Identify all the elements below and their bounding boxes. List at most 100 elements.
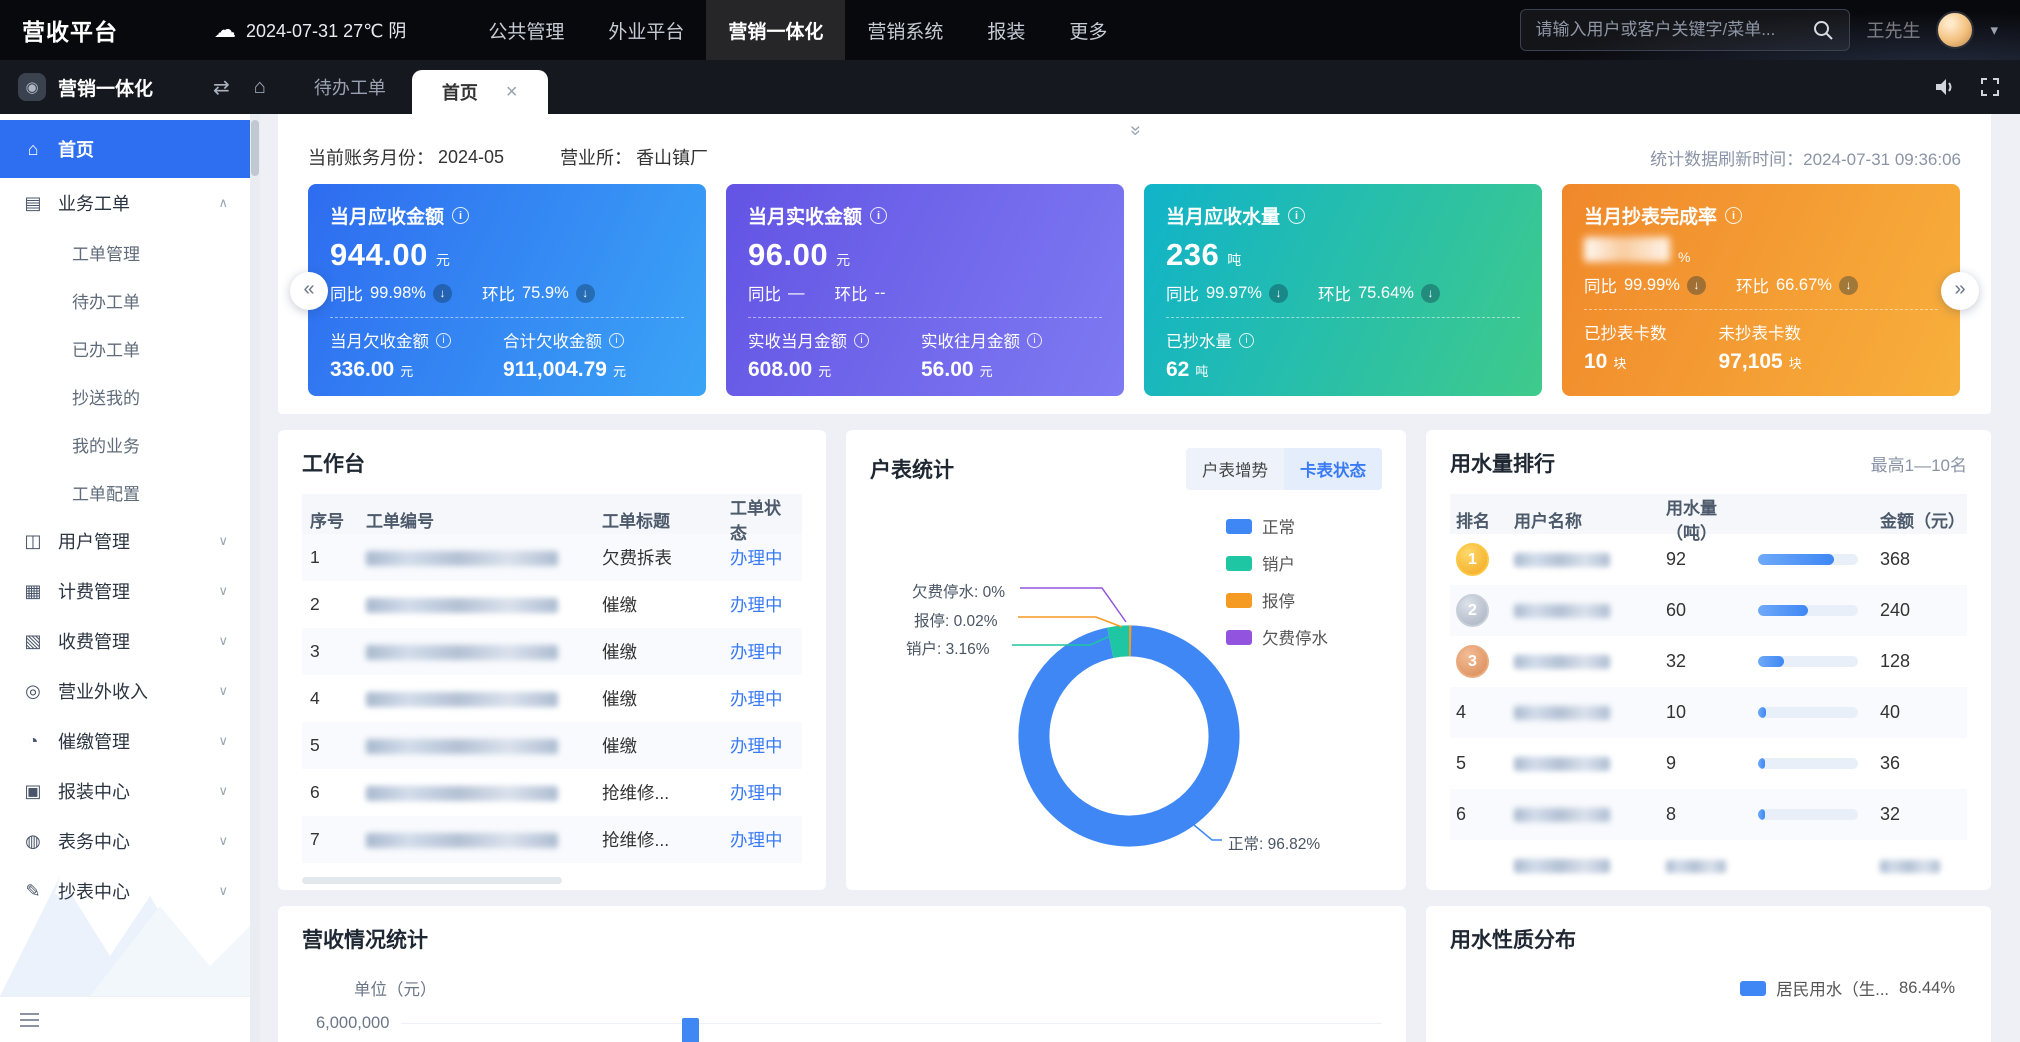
scrollbar-thumb[interactable] [251, 120, 259, 176]
table-row-partial[interactable] [1450, 840, 1967, 890]
table-row[interactable]: 3 32 128 [1450, 636, 1967, 687]
close-icon[interactable]: × [506, 81, 518, 104]
fullscreen-icon[interactable] [1978, 75, 2002, 99]
trend-down-icon: ↓ [1269, 284, 1288, 303]
main-content: » 当前账务月份： 2024-05 营业所： 香山镇厂 统计数据刷新时间：202… [260, 114, 2020, 1042]
home-icon: ⌂ [22, 139, 44, 160]
chevron-down-icon[interactable]: ▾ [1990, 21, 1998, 39]
legend-item-normal[interactable]: 正常 [1226, 514, 1328, 538]
collapse-chevron-icon[interactable]: » [308, 118, 1961, 140]
status-link[interactable]: 办理中 [730, 686, 794, 711]
nav-item-marketing-integrated[interactable]: 营销一体化 [706, 0, 845, 60]
sidebar-item-todo-workorders[interactable]: 待办工单 [0, 276, 250, 324]
search-input[interactable] [1535, 20, 1811, 40]
sidebar-item-install-center[interactable]: ▣ 报装中心 ∨ [0, 766, 250, 816]
status-link[interactable]: 办理中 [730, 545, 794, 570]
table-row[interactable]: 4 催缴 办理中 [302, 675, 802, 722]
avatar[interactable] [1936, 11, 1974, 49]
sidebar-item-collection-mgmt[interactable]: ◔ 催缴管理 ∨ [0, 716, 250, 766]
info-icon[interactable] [436, 333, 451, 348]
month-label: 当前账务月份： [308, 144, 434, 170]
nav-item-install[interactable]: 报装 [965, 0, 1047, 60]
tab-home[interactable]: 首页 × [412, 70, 548, 114]
tab-todo-workorders[interactable]: 待办工单 [288, 60, 412, 114]
sidebar-item-cc-to-me[interactable]: 抄送我的 [0, 372, 250, 420]
card-monthly-receivable: 当月应收金额 944.00 元 同比 99.98% ↓ 环比 [308, 184, 706, 396]
menu-list-icon[interactable] [20, 1013, 39, 1027]
card-value: 236 [1166, 237, 1219, 273]
global-search[interactable] [1520, 9, 1850, 51]
legend-item-closed[interactable]: 销户 [1226, 551, 1328, 575]
top-bar: 营收平台 ☁ 2024-07-31 27℃ 阴 公共管理 外业平台 营销一体化 … [0, 0, 2020, 60]
topbar-right: 王先生 ▾ [1520, 9, 1998, 51]
trend-down-icon: ↓ [1687, 276, 1706, 295]
sidebar-item-my-business[interactable]: 我的业务 [0, 420, 250, 468]
info-icon[interactable] [1027, 333, 1042, 348]
status-link[interactable]: 办理中 [730, 592, 794, 617]
nav-item-more[interactable]: 更多 [1047, 0, 1129, 60]
collection-icon: ◔ [22, 731, 44, 752]
info-icon[interactable] [1288, 207, 1305, 224]
tab-card-meter-status[interactable]: 卡表状态 [1284, 448, 1382, 490]
sidebar-item-meter-reading-center[interactable]: ✎ 抄表中心 ∨ [0, 866, 250, 916]
info-icon[interactable] [609, 333, 624, 348]
nav-item-marketing-system[interactable]: 营销系统 [845, 0, 965, 60]
workorder-table: 序号 工单编号 工单标题 工单状态 1 欠费拆表 办理中 2 [302, 494, 802, 863]
info-icon[interactable] [1725, 207, 1742, 224]
sidebar-item-non-operating-income[interactable]: ◎ 营业外收入 ∨ [0, 666, 250, 716]
table-row[interactable]: 6 8 32 [1450, 789, 1967, 840]
nav-item-field-platform[interactable]: 外业平台 [586, 0, 706, 60]
sidebar-item-label: 首页 [58, 136, 94, 162]
panel-title: 用水性质分布 [1450, 924, 1967, 954]
home-icon[interactable]: ⌂ [242, 76, 278, 99]
nav-item-public-mgmt[interactable]: 公共管理 [466, 0, 586, 60]
sidebar-item-user-mgmt[interactable]: ◫ 用户管理 ∨ [0, 516, 250, 566]
info-icon[interactable] [452, 207, 469, 224]
carousel-prev-button[interactable]: « [290, 272, 328, 310]
table-row[interactable]: 4 10 40 [1450, 687, 1967, 738]
info-icon[interactable] [870, 207, 887, 224]
status-link[interactable]: 办理中 [730, 827, 794, 852]
vertical-scrollbar[interactable] [250, 114, 260, 1042]
tab-meter-growth[interactable]: 户表增势 [1186, 448, 1284, 490]
table-row[interactable]: 3 催缴 办理中 [302, 628, 802, 675]
sidebar-item-workorder-config[interactable]: 工单配置 [0, 468, 250, 516]
usage-bar [1758, 554, 1858, 565]
workbench-panel: 工作台 序号 工单编号 工单标题 工单状态 1 欠费拆表 办理中 [278, 430, 826, 890]
info-icon[interactable] [1239, 333, 1254, 348]
ranking-range-label: 最高1—10名 [1871, 451, 1967, 476]
sidebar-item-billing-mgmt[interactable]: ▦ 计费管理 ∨ [0, 566, 250, 616]
callout-arrears-cutoff: 欠费停水: 0% [912, 580, 1005, 602]
table-row[interactable]: 1 欠费拆表 办理中 [302, 534, 802, 581]
sidebar-item-payment-mgmt[interactable]: ▧ 收费管理 ∨ [0, 616, 250, 666]
table-row[interactable]: 6 抢维修... 办理中 [302, 769, 802, 816]
table-row[interactable]: 2 催缴 办理中 [302, 581, 802, 628]
y-axis-tick: 6,000,000 [316, 1014, 389, 1033]
meter-icon: ◍ [22, 831, 44, 852]
open-tabs: 待办工单 首页 × [288, 60, 548, 114]
sidebar-item-workorder-mgmt[interactable]: 工单管理 [0, 228, 250, 276]
table-row[interactable]: 5 催缴 办理中 [302, 722, 802, 769]
sidebar-item-label: 抄表中心 [58, 878, 130, 904]
status-link[interactable]: 办理中 [730, 780, 794, 805]
donut-chart-area: 正常 销户 报停 欠费 [870, 496, 1382, 876]
redacted-user-name [1514, 859, 1610, 873]
revenue-stats-panel: 营收情况统计 单位（元） 6,000,000 [278, 906, 1406, 1042]
carousel-next-button[interactable]: » [1941, 272, 1979, 310]
info-icon[interactable] [854, 333, 869, 348]
sidebar-item-done-workorders[interactable]: 已办工单 [0, 324, 250, 372]
sidebar-item-meter-center[interactable]: ◍ 表务中心 ∨ [0, 816, 250, 866]
speaker-icon[interactable] [1932, 75, 1956, 99]
legend-item-suspended[interactable]: 报停 [1226, 588, 1328, 612]
search-icon[interactable] [1811, 18, 1835, 42]
table-row[interactable]: 5 9 36 [1450, 738, 1967, 789]
status-link[interactable]: 办理中 [730, 639, 794, 664]
status-link[interactable]: 办理中 [730, 733, 794, 758]
swap-tabs-icon[interactable]: ⇄ [201, 75, 242, 100]
table-row[interactable]: 7 抢维修... 办理中 [302, 816, 802, 863]
table-hscrollbar-thumb[interactable] [302, 877, 562, 884]
sidebar-item-home[interactable]: ⌂ 首页 [0, 120, 250, 178]
table-row[interactable]: 2 60 240 [1450, 585, 1967, 636]
legend-item-residential[interactable]: 居民用水（生... 86.44% [1740, 976, 1955, 1000]
sidebar-item-work-orders[interactable]: ▤ 业务工单 ∧ [0, 178, 250, 228]
